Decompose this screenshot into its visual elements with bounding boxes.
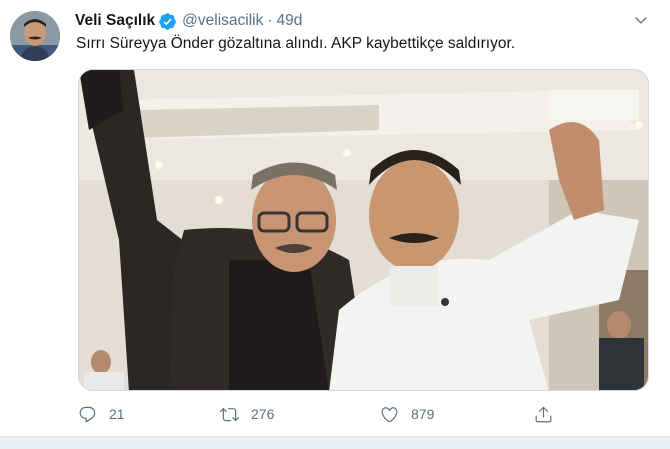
reply-icon: [79, 406, 96, 422]
retweet-button[interactable]: 276: [220, 400, 274, 428]
avatar-image: [10, 11, 60, 61]
author-handle[interactable]: @velisacilik: [182, 12, 263, 30]
photo-image: [79, 70, 648, 390]
tweet-header: Veli Saçılık @velisacilik · 49d: [75, 10, 302, 32]
tweet-text: Sırrı Süreyya Önder gözaltına alındı. AK…: [76, 35, 516, 52]
chevron-down-icon[interactable]: [633, 12, 649, 28]
avatar[interactable]: [10, 11, 60, 61]
reply-button[interactable]: 21: [78, 400, 125, 428]
heart-icon: [381, 406, 398, 422]
author-name[interactable]: Veli Saçılık: [75, 12, 155, 30]
tweet-card[interactable]: Veli Saçılık @velisacilik · 49d Sırrı Sü…: [0, 0, 670, 436]
feed-divider: [0, 436, 670, 449]
tweet-actions: 21 276 879: [75, 400, 555, 428]
reply-count: 21: [109, 406, 125, 422]
share-button[interactable]: [534, 400, 565, 428]
verified-badge-icon: [158, 12, 177, 31]
like-count: 879: [411, 406, 435, 422]
share-icon: [535, 406, 552, 422]
like-button[interactable]: 879: [380, 400, 434, 428]
separator-dot: ·: [267, 12, 273, 29]
tweet-photo[interactable]: [78, 69, 649, 391]
retweet-count: 276: [251, 406, 275, 422]
retweet-icon: [220, 407, 239, 421]
tweet-timestamp[interactable]: 49d: [277, 12, 303, 30]
